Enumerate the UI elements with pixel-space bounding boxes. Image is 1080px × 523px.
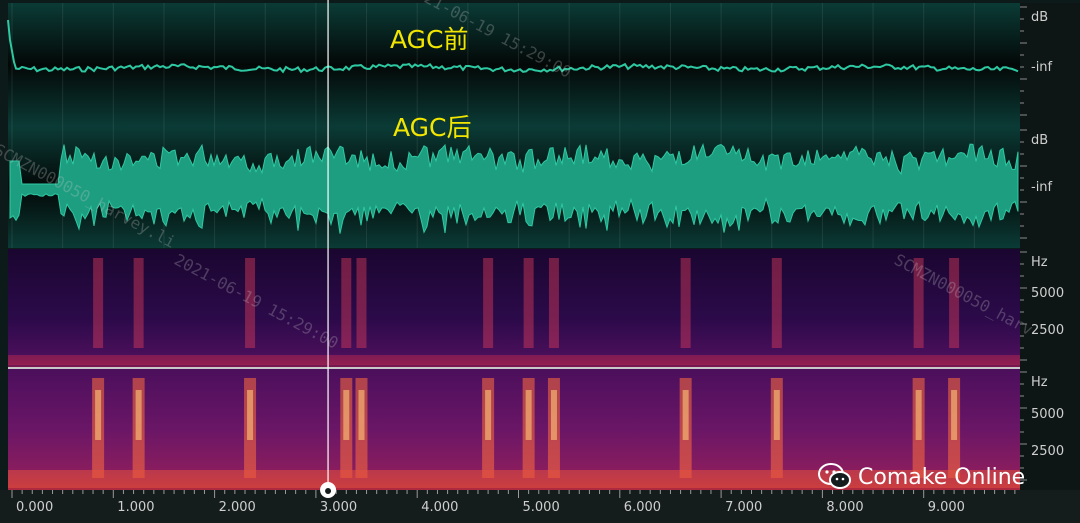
ruler-label: 8.000 bbox=[826, 500, 864, 515]
ruler-label: 4.000 bbox=[421, 500, 459, 515]
waveform-top-bg bbox=[8, 3, 1020, 127]
spectrogram-top-tick: 5000 bbox=[1031, 286, 1065, 301]
wechat-icon bbox=[818, 463, 851, 489]
spectrogram-streak bbox=[771, 258, 782, 348]
spectrogram-hotspot bbox=[773, 390, 780, 440]
lane-divider bbox=[8, 367, 1020, 369]
waveform-bottom-floor: -inf bbox=[1031, 180, 1053, 195]
spectrogram-hotspot bbox=[95, 390, 102, 440]
ruler-label: 0.000 bbox=[16, 500, 54, 515]
spectrogram-hotspot bbox=[525, 390, 532, 440]
low-frequency-band bbox=[8, 355, 1020, 365]
waveform-bottom-unit: dB bbox=[1031, 133, 1049, 148]
playhead-handle[interactable] bbox=[320, 482, 337, 498]
ruler-label: 6.000 bbox=[623, 500, 662, 515]
spectrogram-bottom-tick: 5000 bbox=[1031, 407, 1065, 422]
spectrogram-streak bbox=[356, 258, 367, 348]
ruler-label: 5.000 bbox=[522, 500, 560, 515]
spectrogram-bottom-unit: Hz bbox=[1031, 375, 1048, 390]
credit: Comake Online bbox=[818, 463, 1025, 491]
ruler-label: 7.000 bbox=[725, 500, 763, 515]
waveform-top-floor: -inf bbox=[1031, 60, 1053, 75]
spectrogram-streak bbox=[133, 258, 144, 348]
spectrogram-bottom-tick: 2500 bbox=[1031, 444, 1065, 459]
ruler-label: 2.000 bbox=[218, 500, 256, 515]
ruler-label: 9.000 bbox=[927, 500, 965, 515]
spectrogram-hotspot bbox=[915, 390, 922, 440]
spectrogram-streak bbox=[93, 258, 104, 348]
annotation-after-agc: AGC后 bbox=[393, 113, 472, 142]
credit-text: Comake Online bbox=[858, 464, 1026, 490]
spectrogram-streak bbox=[680, 258, 691, 348]
annotation-before-agc: AGC前 bbox=[390, 25, 469, 54]
spectrogram-streak bbox=[548, 258, 559, 348]
spectrogram-hotspot bbox=[682, 390, 689, 440]
spectrogram-streak bbox=[523, 258, 534, 348]
spectrogram-hotspot bbox=[485, 390, 492, 440]
spectrogram-hotspot bbox=[951, 390, 958, 440]
spectrogram-streak bbox=[483, 258, 494, 348]
spectrogram-hotspot bbox=[358, 390, 365, 440]
spectrogram-top-tick: 2500 bbox=[1031, 323, 1065, 338]
waveform-top-unit: dB bbox=[1031, 10, 1049, 25]
spectrogram-top-unit: Hz bbox=[1031, 255, 1048, 270]
spectrogram-streak bbox=[949, 258, 960, 348]
spectrogram-hotspot bbox=[550, 390, 557, 440]
spectrogram-streak bbox=[341, 258, 352, 348]
spectrogram-top-bg bbox=[8, 249, 1020, 367]
spectrogram-hotspot bbox=[343, 390, 350, 440]
spectrogram-hotspot bbox=[135, 390, 142, 440]
ruler-label: 1.000 bbox=[117, 500, 155, 515]
audio-editor-view: AGC前 AGC后 dB -inf dB -inf Hz 5000 2500 H… bbox=[0, 0, 1080, 523]
ruler-label: 3.000 bbox=[319, 500, 358, 515]
spectrogram-hotspot bbox=[247, 390, 254, 440]
